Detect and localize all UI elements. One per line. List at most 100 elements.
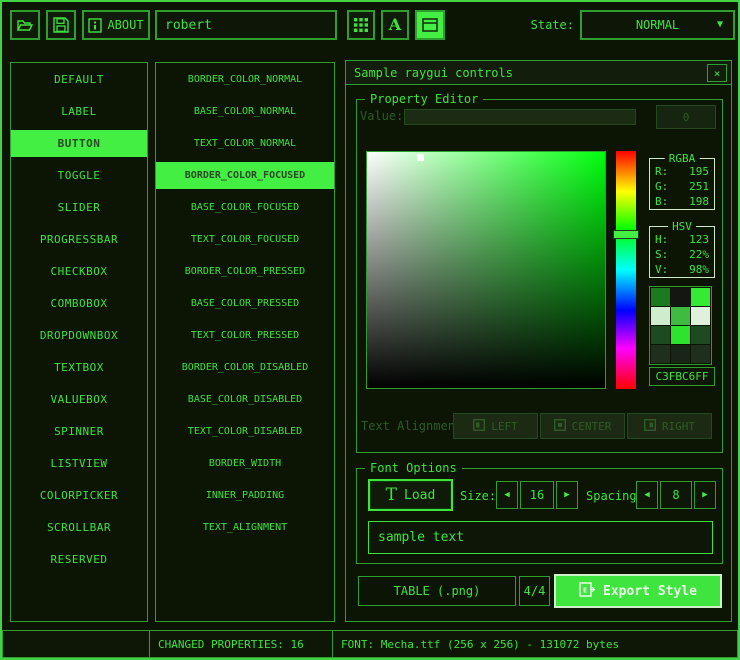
floppy-disk-icon	[53, 17, 69, 33]
controls-list-item[interactable]: TOGGLE	[11, 162, 147, 189]
property-editor-group-label: Property Editor	[365, 92, 483, 106]
state-dropdown-value: NORMAL	[636, 18, 679, 32]
properties-list-item[interactable]: INNER_PADDING	[156, 482, 334, 509]
arrow-left-icon: ◀	[504, 490, 509, 500]
font-options-group-label: Font Options	[365, 461, 462, 475]
properties-list-item[interactable]: BORDER_COLOR_NORMAL	[156, 66, 334, 93]
hue-slider-cursor[interactable]	[613, 230, 639, 239]
controls-list-item[interactable]: DEFAULT	[11, 66, 147, 93]
state-dropdown[interactable]: NORMAL ▼	[580, 10, 735, 40]
style-color-swatch[interactable]	[691, 307, 710, 325]
style-color-swatch[interactable]	[651, 307, 670, 325]
properties-list-item[interactable]: TEXT_COLOR_DISABLED	[156, 418, 334, 445]
spacing-value: 8	[672, 488, 679, 502]
properties-list-item[interactable]: BORDER_COLOR_DISABLED	[156, 354, 334, 381]
spacing-value-box[interactable]: 8	[660, 481, 692, 509]
style-color-swatch[interactable]	[691, 288, 710, 306]
open-style-button[interactable]	[10, 10, 40, 40]
value-slider[interactable]	[404, 109, 636, 125]
chevron-down-icon: ▼	[717, 20, 723, 30]
arrow-left-icon: ◀	[644, 490, 649, 500]
controls-list-item[interactable]: LABEL	[11, 98, 147, 125]
style-name-input[interactable]	[155, 10, 337, 40]
style-color-swatch[interactable]	[671, 345, 690, 363]
properties-list-item[interactable]: TEXT_COLOR_PRESSED	[156, 322, 334, 349]
size-decrement-button[interactable]: ◀	[496, 481, 518, 509]
hsv-title: HSV	[668, 220, 696, 233]
info-icon	[88, 18, 102, 33]
align-center-icon	[554, 419, 566, 434]
align-left-button[interactable]: LEFT	[453, 413, 538, 439]
export-format-selector[interactable]: TABLE (.png)	[358, 576, 516, 606]
align-left-icon	[473, 419, 485, 434]
properties-list-item[interactable]: BASE_COLOR_PRESSED	[156, 290, 334, 317]
style-color-swatch[interactable]	[691, 326, 710, 344]
style-color-swatch[interactable]	[651, 345, 670, 363]
controls-list-item[interactable]: RESERVED	[11, 546, 147, 573]
hue-slider[interactable]	[616, 151, 636, 389]
window-view-button[interactable]	[415, 10, 445, 40]
style-color-swatch[interactable]	[651, 326, 670, 344]
arrow-right-icon: ▶	[702, 490, 707, 500]
panel-title-bar[interactable]: Sample raygui controls	[346, 61, 731, 85]
controls-list-item[interactable]: SPINNER	[11, 418, 147, 445]
export-style-button[interactable]: E Export Style	[554, 574, 722, 608]
spacing-increment-button[interactable]: ▶	[694, 481, 716, 509]
size-value-box[interactable]: 16	[520, 481, 554, 509]
close-button[interactable]: ×	[707, 64, 727, 82]
properties-list-item[interactable]: BORDER_COLOR_FOCUSED	[156, 162, 334, 189]
grid-view-button[interactable]	[347, 10, 375, 40]
window-panel-icon	[422, 18, 438, 32]
status-empty-cell	[2, 630, 150, 658]
s-label: S:	[655, 248, 668, 261]
hsv-readout: HSV H:123 S:22% V:98%	[649, 226, 715, 278]
properties-list-item[interactable]: BORDER_WIDTH	[156, 450, 334, 477]
properties-list-item[interactable]: TEXT_COLOR_FOCUSED	[156, 226, 334, 253]
properties-list-item[interactable]: BASE_COLOR_NORMAL	[156, 98, 334, 125]
value-box[interactable]: 0	[656, 105, 716, 129]
sample-text-input[interactable]: sample text	[368, 521, 713, 554]
controls-list-item[interactable]: LISTVIEW	[11, 450, 147, 477]
style-color-swatch[interactable]	[671, 307, 690, 325]
properties-list-item[interactable]: BORDER_COLOR_PRESSED	[156, 258, 334, 285]
controls-list-item[interactable]: VALUEBOX	[11, 386, 147, 413]
h-label: H:	[655, 233, 668, 246]
style-color-swatch[interactable]	[671, 326, 690, 344]
load-font-button[interactable]: T Load	[368, 479, 453, 511]
format-page-indicator: 4/4	[519, 576, 550, 606]
value-box-text: 0	[683, 111, 690, 124]
controls-list-item[interactable]: COMBOBOX	[11, 290, 147, 317]
style-color-swatch[interactable]	[671, 288, 690, 306]
properties-list-item[interactable]: BASE_COLOR_DISABLED	[156, 386, 334, 413]
controls-list-item[interactable]: CHECKBOX	[11, 258, 147, 285]
size-increment-button[interactable]: ▶	[556, 481, 578, 509]
font-view-button[interactable]: A	[381, 10, 409, 40]
color-picker-area[interactable]	[366, 151, 606, 389]
hex-color-input[interactable]: C3FBC6FF	[649, 367, 715, 386]
controls-list-item[interactable]: SLIDER	[11, 194, 147, 221]
align-right-button[interactable]: RIGHT	[627, 413, 712, 439]
size-value: 16	[530, 488, 544, 502]
style-color-swatch[interactable]	[651, 288, 670, 306]
align-center-button[interactable]: CENTER	[540, 413, 625, 439]
spacing-decrement-button[interactable]: ◀	[636, 481, 658, 509]
grid-icon	[354, 18, 368, 32]
size-label: Size:	[460, 489, 496, 503]
controls-list-item[interactable]: SCROLLBAR	[11, 514, 147, 541]
about-button[interactable]: ABOUT	[82, 10, 150, 40]
controls-list-item[interactable]: BUTTON	[11, 130, 147, 157]
controls-list-item[interactable]: TEXTBOX	[11, 354, 147, 381]
rguistyler-window: ABOUT A State: NORMAL ▼ DEFAULTLABELBUTT…	[0, 0, 740, 660]
rgba-readout: RGBA R:195 G:251 B:198	[649, 158, 715, 210]
controls-list-item[interactable]: DROPDOWNBOX	[11, 322, 147, 349]
save-style-button[interactable]	[46, 10, 76, 40]
controls-list-item[interactable]: COLORPICKER	[11, 482, 147, 509]
color-picker-cursor[interactable]	[417, 154, 424, 161]
export-format-value: TABLE (.png)	[394, 584, 481, 598]
properties-list-item[interactable]: TEXT_COLOR_NORMAL	[156, 130, 334, 157]
export-icon: E	[579, 582, 595, 601]
properties-list-item[interactable]: TEXT_ALIGNMENT	[156, 514, 334, 541]
controls-list-item[interactable]: PROGRESSBAR	[11, 226, 147, 253]
style-color-swatch[interactable]	[691, 345, 710, 363]
properties-list-item[interactable]: BASE_COLOR_FOCUSED	[156, 194, 334, 221]
